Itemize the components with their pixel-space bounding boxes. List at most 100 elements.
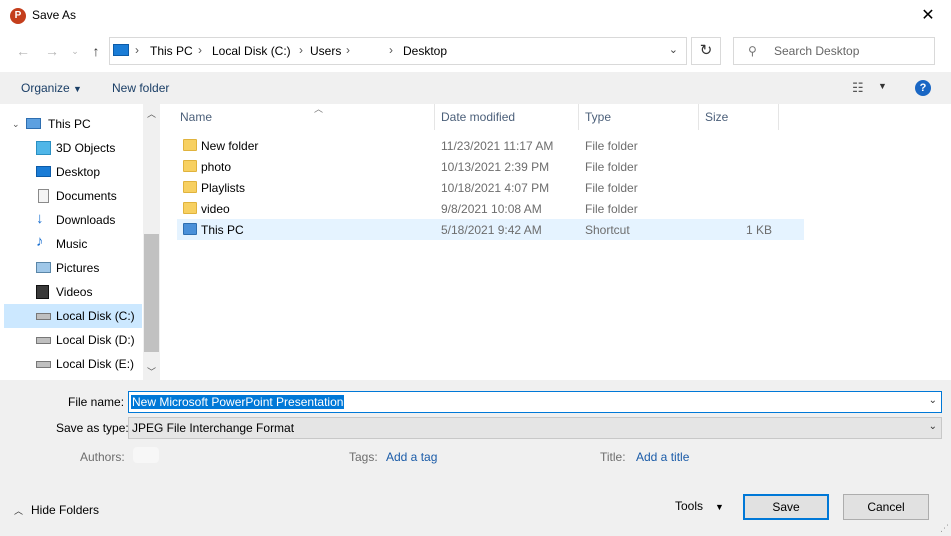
nav-item-pictures[interactable]: Pictures: [4, 256, 142, 280]
sort-ascending-icon: ︿: [314, 104, 324, 114]
download-arrow-icon: ↓: [36, 210, 44, 227]
file-row[interactable]: photo 10/13/2021 2:39 PM File folder: [177, 156, 804, 177]
column-header-size[interactable]: Size: [699, 104, 779, 130]
save-as-type-select[interactable]: JPEG File Interchange Format ⌄: [128, 417, 942, 439]
nav-label: This PC: [48, 117, 91, 131]
film-strip-icon: [36, 285, 49, 299]
nav-item-local-disk-d[interactable]: Local Disk (D:): [4, 328, 142, 352]
drive-icon: [36, 337, 51, 344]
chevron-down-icon: ▼: [73, 84, 82, 94]
nav-item-local-disk-e[interactable]: Local Disk (E:): [4, 352, 142, 376]
chevron-right-icon: ›: [346, 43, 350, 57]
breadcrumb-local-disk[interactable]: Local Disk (C:): [212, 44, 291, 58]
refresh-button[interactable]: ↻: [691, 37, 721, 65]
nav-scrollbar[interactable]: ︿ ﹀: [143, 104, 160, 380]
shortcut-icon: [183, 223, 197, 235]
nav-item-3d-objects[interactable]: 3D Objects: [4, 136, 142, 160]
nav-item-videos[interactable]: Videos: [4, 280, 142, 304]
scroll-up-icon[interactable]: ︿: [147, 107, 156, 120]
file-date: 5/18/2021 9:42 AM: [441, 223, 542, 237]
nav-label: Local Disk (C:): [56, 309, 135, 323]
file-type: Shortcut: [585, 223, 630, 237]
documents-icon: [38, 189, 49, 203]
file-row[interactable]: New folder 11/23/2021 11:17 AM File fold…: [177, 135, 804, 156]
save-button[interactable]: Save: [743, 494, 829, 520]
folder-icon: [183, 160, 197, 172]
title-label: Title:: [600, 450, 626, 464]
column-header-type[interactable]: Type: [579, 104, 699, 130]
music-note-icon: ♪: [36, 233, 44, 250]
help-icon[interactable]: ?: [915, 80, 931, 96]
drive-icon: [36, 313, 51, 320]
chevron-down-icon[interactable]: ⌄: [12, 119, 20, 130]
nav-item-downloads[interactable]: ↓ Downloads: [4, 208, 142, 232]
file-name: This PC: [201, 223, 244, 237]
nav-label: Downloads: [56, 213, 116, 227]
tools-button[interactable]: Tools ▼: [675, 499, 724, 513]
cancel-button[interactable]: Cancel: [843, 494, 929, 520]
forward-arrow-icon[interactable]: →: [40, 40, 64, 62]
column-header-date[interactable]: Date modified: [435, 104, 579, 130]
file-type: File folder: [585, 160, 638, 174]
breadcrumb-desktop[interactable]: Desktop: [403, 44, 447, 58]
column-header-name[interactable]: Name ︿: [174, 104, 435, 130]
nav-label: Pictures: [56, 261, 100, 275]
file-type: File folder: [585, 181, 638, 195]
chevron-down-icon[interactable]: ⌄: [669, 43, 678, 56]
file-type: File folder: [585, 202, 638, 216]
add-tag-link[interactable]: Add a tag: [386, 450, 437, 464]
chevron-up-icon: ︿: [14, 506, 24, 516]
organize-button[interactable]: Organize ▼: [21, 81, 82, 95]
file-name: photo: [201, 160, 232, 174]
address-bar[interactable]: › This PC › Local Disk (C:) › Users › › …: [109, 37, 687, 65]
chevron-down-icon[interactable]: ⌄: [929, 395, 937, 406]
close-button[interactable]: ✕: [905, 0, 951, 31]
nav-label: Videos: [56, 285, 93, 299]
desktop-icon: [36, 166, 51, 177]
column-label: Type: [585, 110, 612, 124]
nav-label: Music: [56, 237, 88, 251]
back-arrow-icon[interactable]: ←: [11, 40, 35, 62]
nav-item-desktop[interactable]: Desktop: [4, 160, 142, 184]
save-as-type-value: JPEG File Interchange Format: [132, 421, 295, 435]
chevron-right-icon: ›: [198, 43, 202, 57]
file-list: Name ︿ Date modified Type Size New folde…: [160, 104, 951, 380]
nav-item-this-pc[interactable]: ⌄ This PC: [4, 112, 142, 136]
nav-item-local-disk-c[interactable]: Local Disk (C:): [4, 304, 142, 328]
breadcrumb-users[interactable]: Users: [310, 44, 341, 58]
breadcrumb-this-pc[interactable]: This PC: [150, 44, 193, 58]
file-row[interactable]: video 9/8/2021 10:08 AM File folder: [177, 198, 804, 219]
search-input[interactable]: ⚲ Search Desktop: [733, 37, 935, 65]
file-name-field[interactable]: New Microsoft PowerPoint Presentation ⌄: [128, 391, 942, 413]
authors-value[interactable]: [133, 447, 159, 463]
add-title-link[interactable]: Add a title: [636, 450, 689, 464]
chevron-down-icon[interactable]: ▼: [878, 81, 887, 91]
chevron-down-icon[interactable]: ⌄: [929, 421, 937, 432]
command-toolbar: Organize ▼ New folder ☷ ▼ ?: [0, 72, 951, 104]
authors-label: Authors:: [80, 450, 125, 464]
computer-icon: [113, 44, 129, 56]
file-date: 11/23/2021 11:17 AM: [441, 139, 554, 153]
new-folder-button[interactable]: New folder: [112, 81, 169, 95]
chevron-right-icon: ›: [135, 43, 139, 57]
file-row[interactable]: This PC 5/18/2021 9:42 AM Shortcut 1 KB: [177, 219, 804, 240]
nav-item-music[interactable]: ♪ Music: [4, 232, 142, 256]
up-arrow-icon[interactable]: ↑: [84, 40, 108, 62]
scrollbar-thumb[interactable]: [144, 234, 159, 352]
file-row[interactable]: Playlists 10/18/2021 4:07 PM File folder: [177, 177, 804, 198]
tags-label: Tags:: [349, 450, 378, 464]
nav-label: Desktop: [56, 165, 101, 179]
file-name-label: File name:: [68, 395, 125, 409]
view-details-icon[interactable]: ☷: [852, 80, 864, 96]
chevron-right-icon: ›: [389, 43, 393, 57]
resize-grip-icon[interactable]: ⋰: [940, 523, 949, 534]
search-placeholder: Search Desktop: [774, 44, 860, 58]
organize-label: Organize: [21, 81, 70, 95]
tools-label: Tools: [675, 499, 704, 513]
folder-icon: [183, 139, 197, 151]
column-label: Name: [180, 110, 213, 124]
hide-folders-button[interactable]: ︿ Hide Folders: [14, 503, 99, 517]
nav-item-documents[interactable]: Documents: [4, 184, 142, 208]
file-size: 1 KB: [745, 223, 772, 237]
scroll-down-icon[interactable]: ﹀: [147, 365, 156, 378]
